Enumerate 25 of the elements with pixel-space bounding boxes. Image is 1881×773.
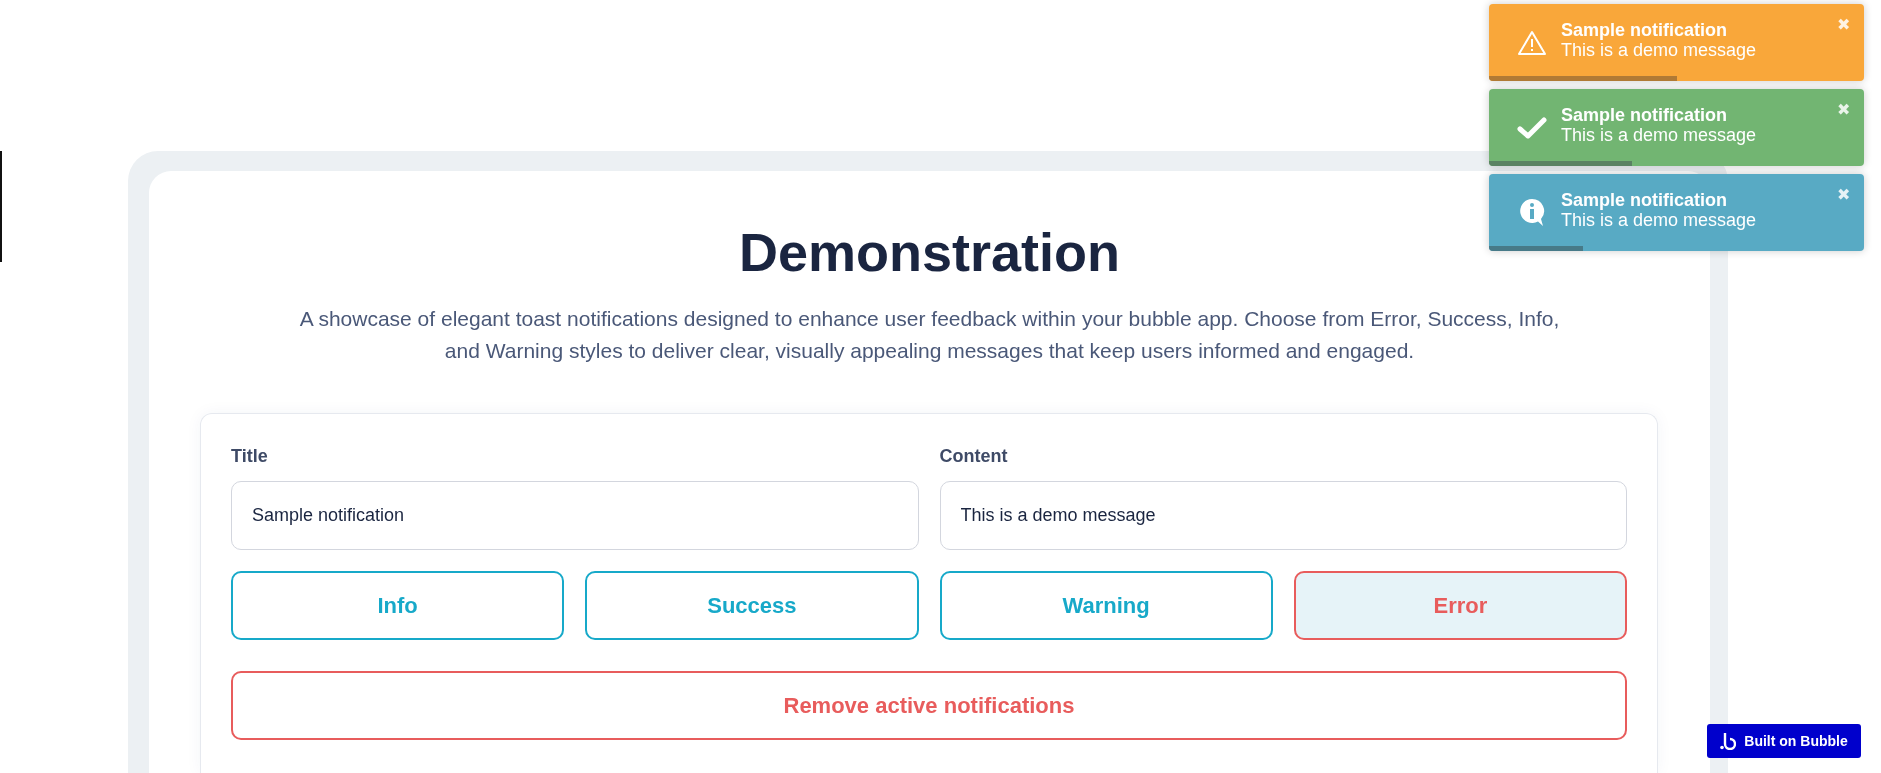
warning-icon xyxy=(1517,29,1547,56)
toast-message: This is a demo message xyxy=(1561,39,1757,60)
toast-message: This is a demo message xyxy=(1561,209,1757,230)
checkmark-icon xyxy=(1517,115,1547,140)
logo-icon xyxy=(1720,732,1737,750)
remove-button[interactable]: Remove active notifications xyxy=(231,671,1627,740)
field-label: Title xyxy=(231,445,269,468)
close-button[interactable]: ✖ xyxy=(1837,101,1850,119)
toast-button[interactable]: Warning xyxy=(939,571,1273,640)
input-field[interactable]: Sample notification xyxy=(231,481,919,550)
toast-title: Sample notification xyxy=(1561,104,1729,125)
input-field[interactable]: This is a demo message xyxy=(939,481,1627,550)
toast-button[interactable]: Error xyxy=(1293,571,1627,640)
close-button[interactable]: ✖ xyxy=(1837,16,1850,34)
built-on-bubble-link[interactable]: Built on Bubble xyxy=(1707,724,1861,758)
toast-button[interactable]: Success xyxy=(585,571,919,640)
info-icon xyxy=(1519,197,1545,228)
close-button[interactable]: ✖ xyxy=(1837,186,1850,204)
page-title: Demonstration xyxy=(738,221,1120,284)
toast-title: Sample notification xyxy=(1561,19,1729,40)
toast-message: This is a demo message xyxy=(1561,124,1757,145)
field-label: Content xyxy=(939,445,1009,468)
toast-button[interactable]: Info xyxy=(231,571,565,640)
toast-title: Sample notification xyxy=(1561,189,1729,210)
description: A showcase of elegant toast notifications designed to enhance user feedback within your bubble app. Choose from Error, Success, Info, and Warning styles to deliver clear, visually appealing messages that keep users informed and engaged. xyxy=(298,306,1561,364)
